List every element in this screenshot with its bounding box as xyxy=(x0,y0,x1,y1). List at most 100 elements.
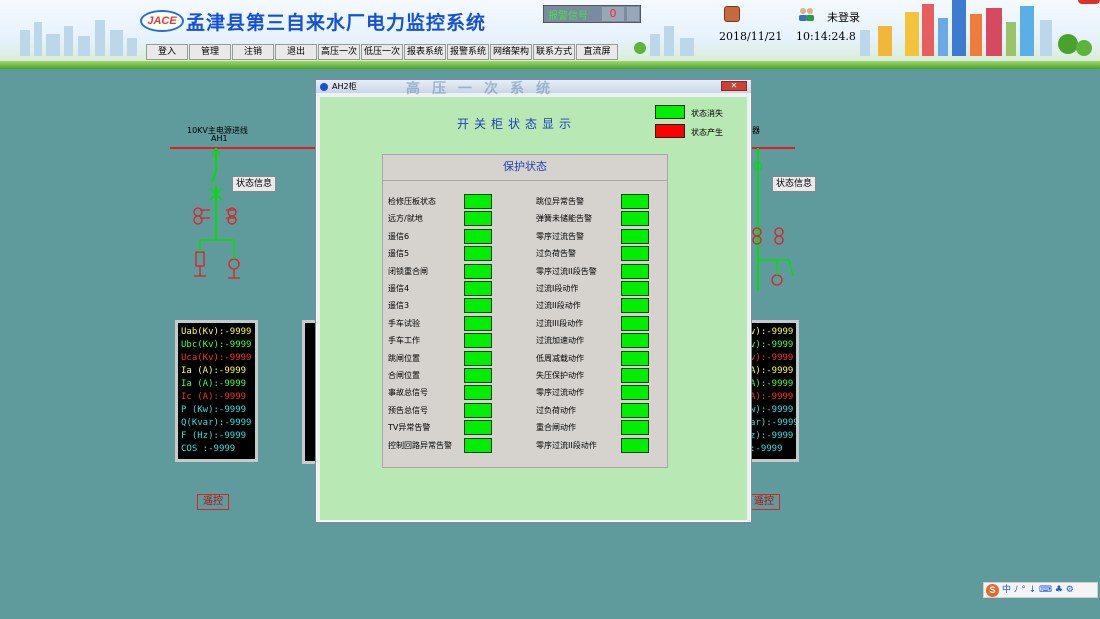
status-indicator xyxy=(621,350,649,366)
status-label: 过流I段动作 xyxy=(536,284,579,293)
status-indicator xyxy=(621,402,649,418)
status-label: 过负荷动作 xyxy=(536,405,576,415)
header-grass-strip xyxy=(0,61,1100,69)
right-remote-control-button[interactable]: 遥控 xyxy=(748,494,780,510)
menu-contact[interactable]: 联系方式 xyxy=(533,44,575,60)
status-indicator xyxy=(464,368,492,383)
menu-manage[interactable]: 管理 xyxy=(189,44,231,60)
status-indicator xyxy=(621,437,649,453)
status-label: 零序过流告警 xyxy=(536,231,584,241)
menu-exit[interactable]: 退出 xyxy=(275,44,317,60)
meas-row: A):-9999 xyxy=(750,379,794,389)
ime-tray-icons[interactable]: 中 ﾉ ° ↓ ⌨ ♣ ⚙ xyxy=(1002,585,1074,595)
app-close-button[interactable] xyxy=(1078,0,1100,4)
status-label: 手车试验 xyxy=(388,318,420,328)
status-indicator xyxy=(464,437,492,453)
status-label: 零序过流动作 xyxy=(536,388,584,398)
status-indicator xyxy=(464,385,492,401)
status-row: 手车工作 xyxy=(388,332,528,349)
status-indicator xyxy=(621,298,649,314)
status-row: 过流II段动作 xyxy=(536,297,676,314)
ime-toolbar[interactable]: S 中 ﾉ ° ↓ ⌨ ♣ ⚙ xyxy=(983,582,1098,598)
status-row: 低周减载动作 xyxy=(536,350,676,367)
status-label: 低周减载动作 xyxy=(536,353,584,363)
status-indicator xyxy=(464,281,492,296)
status-indicator xyxy=(464,211,492,227)
status-indicator xyxy=(621,385,649,401)
status-row: 检修压板状态 xyxy=(388,193,528,210)
status-indicator xyxy=(464,333,492,349)
status-row: 过流III段动作 xyxy=(536,315,676,332)
left-status-info-button[interactable]: 状态信息 xyxy=(232,176,277,192)
status-row: 零序过流动作 xyxy=(536,384,676,401)
app-title: 孟津县第三自来水厂电力监控系统 xyxy=(186,12,487,34)
status-label: 弹簧未储能告警 xyxy=(536,214,592,224)
status-row: 过负荷动作 xyxy=(536,402,676,419)
right-status-info-button[interactable]: 状态信息 xyxy=(772,176,817,192)
user-icon[interactable] xyxy=(724,6,740,22)
status-indicator xyxy=(621,368,649,383)
meas-row: Ia (A):-9999 xyxy=(181,366,247,376)
status-label: 闭锁重合闸 xyxy=(388,266,428,276)
status-indicator xyxy=(621,246,649,262)
menu-network[interactable]: 网络架构 xyxy=(490,44,532,60)
status-label: 遥信6 xyxy=(388,231,410,241)
menu-reports[interactable]: 报表系统 xyxy=(404,44,446,60)
status-row: 遥信6 xyxy=(388,228,528,245)
menu-high-voltage[interactable]: 高压一次 xyxy=(318,44,360,60)
status-indicator xyxy=(464,263,492,279)
legend-label-cleared: 状态消失 xyxy=(691,109,723,118)
status-label: 跳闸位置 xyxy=(388,353,420,363)
meas-row: Ia (A):-9999 xyxy=(181,379,247,389)
left-remote-control-button[interactable]: 遥控 xyxy=(197,494,229,510)
sogou-ime-icon[interactable]: S xyxy=(986,584,999,597)
status-indicator xyxy=(621,194,649,209)
status-row: 过流I段动作 xyxy=(536,280,676,297)
status-indicator xyxy=(464,228,492,244)
background-page-title: 高压一次系统 xyxy=(406,81,562,97)
status-label: 合闸位置 xyxy=(388,371,420,380)
menu-low-voltage[interactable]: 低压一次 xyxy=(361,44,403,60)
status-indicator xyxy=(621,420,649,436)
menu-dc-panel[interactable]: 直流屏 xyxy=(576,44,618,60)
menu-alarms[interactable]: 报警系统 xyxy=(447,44,489,60)
status-row: TV异常告警 xyxy=(388,419,528,436)
status-label: TV异常告警 xyxy=(388,423,431,433)
header-banner: JACE 孟津县第三自来水厂电力监控系统 报警信号 0 未登录 2018/11/… xyxy=(0,0,1100,66)
status-row: 过负荷告警 xyxy=(536,245,676,262)
status-label: 过负荷告警 xyxy=(536,249,576,259)
status-row: 控制回路异常告警 xyxy=(388,437,528,454)
alarm-indicator[interactable]: 报警信号 0 xyxy=(543,5,641,23)
menu-logout[interactable]: 注销 xyxy=(232,44,274,60)
meas-row: Q(Kvar):-9999 xyxy=(181,418,252,428)
status-indicator xyxy=(621,228,649,244)
status-row: 预告总信号 xyxy=(388,402,528,419)
status-row: 跳闸位置 xyxy=(388,350,528,367)
status-row: 零序过流告警 xyxy=(536,228,676,245)
login-status[interactable]: 未登录 xyxy=(827,9,860,25)
meas-row: COS :-9999 xyxy=(181,444,236,454)
status-row: 遥信5 xyxy=(388,245,528,262)
status-indicator xyxy=(621,281,649,296)
meas-row: F (Hz):-9999 xyxy=(181,431,247,441)
panel-title: 保护状态 xyxy=(383,155,667,181)
status-label: 事故总信号 xyxy=(388,388,428,398)
alarm-label: 报警信号 xyxy=(548,10,588,22)
right-single-line-diagram xyxy=(745,147,795,290)
status-indicator xyxy=(621,333,649,349)
status-indicator xyxy=(621,263,649,279)
dialog-titlebar[interactable]: AH2柜 高压一次系统 ✕ xyxy=(316,80,751,97)
dialog-title: AH2柜 xyxy=(332,82,357,91)
status-label: 遥信5 xyxy=(388,249,410,259)
ah2-status-dialog: AH2柜 高压一次系统 ✕ 开关柜状态显示 状态消失 状态产生 保护状态 检修压… xyxy=(315,79,752,523)
menu-login[interactable]: 登入 xyxy=(146,44,188,60)
status-row: 手车试验 xyxy=(388,315,528,332)
dialog-body: 开关柜状态显示 状态消失 状态产生 保护状态 检修压板状态 远方/就地 遥信6 … xyxy=(320,97,747,520)
status-label: 过流III段动作 xyxy=(536,318,584,328)
legend-swatch-active xyxy=(655,124,685,138)
status-indicator xyxy=(464,402,492,418)
meas-row: :-9999 xyxy=(750,444,783,454)
dialog-close-button[interactable]: ✕ xyxy=(721,81,747,91)
legend-label-active: 状态产生 xyxy=(691,128,723,137)
status-indicator xyxy=(621,315,649,331)
